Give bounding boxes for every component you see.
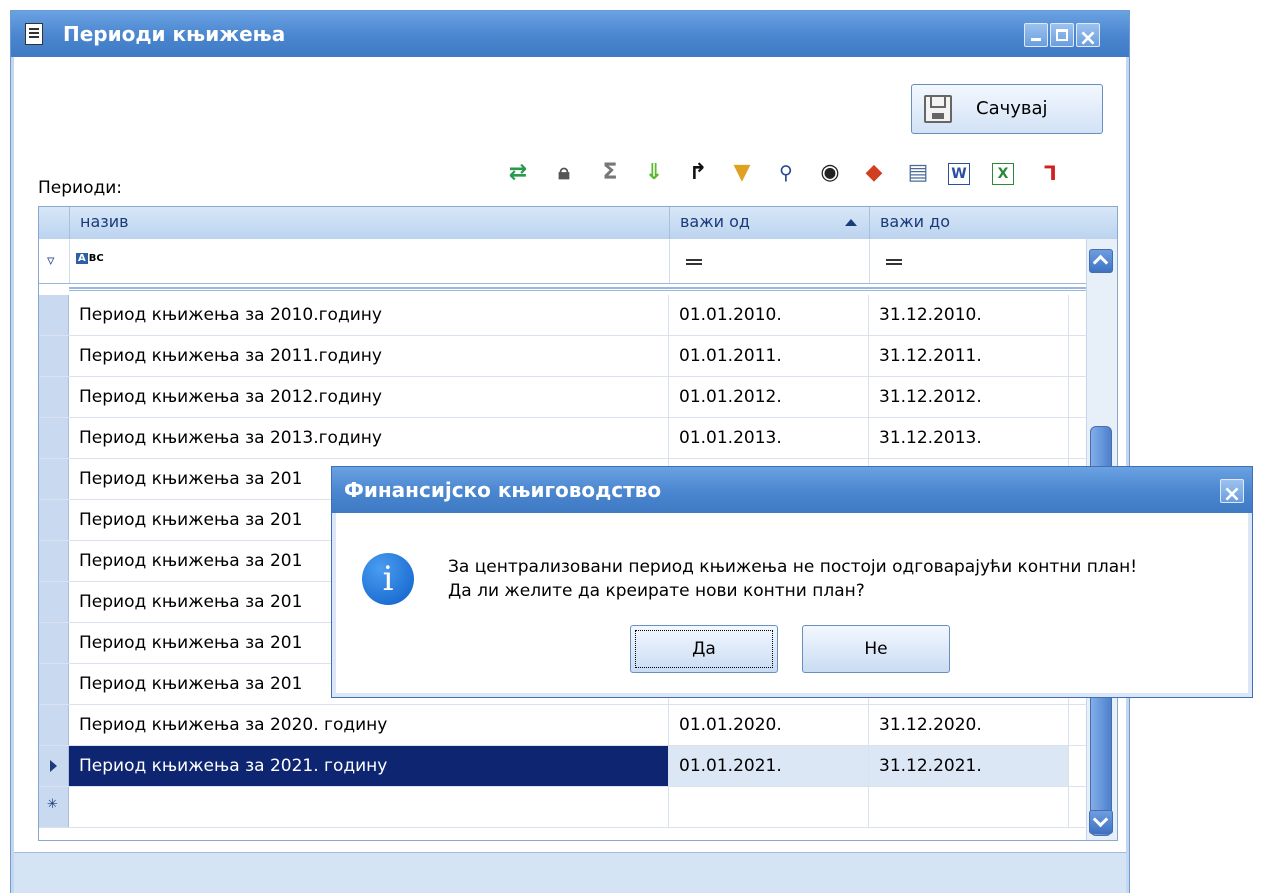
row-indicator[interactable] [39,500,69,540]
column-header-valid-from[interactable]: важи од [669,207,869,239]
filter-cell-valid-from[interactable] [669,239,870,283]
cell-name[interactable]: Период књижења за 2013.годину [69,418,669,458]
cell-valid-from[interactable]: 01.01.2013. [669,418,869,458]
pdf-export-icon[interactable]: ⅂ [1036,159,1064,187]
scroll-up-button[interactable] [1089,249,1113,273]
save-button-label: Сачувај [976,98,1048,119]
cell-valid-from[interactable]: 01.01.2012. [669,377,869,417]
column-header-name[interactable]: назив [69,207,669,239]
dialog-message-line2: Да ли желите да креирате нови контни пла… [448,581,865,601]
equals-operator-icon [886,259,902,265]
table-row[interactable]: Период књижења за 2013.годину 01.01.2013.… [39,418,1087,459]
goto-icon[interactable]: ↱ [684,159,712,187]
cell-valid-to[interactable]: 31.12.2013. [869,418,1069,458]
save-button[interactable]: Сачувај [911,84,1103,134]
dialog-message: За централизовани период књижења не пост… [448,555,1137,603]
cell-valid-to[interactable]: 31.12.2021. [869,746,1069,786]
table-row[interactable]: Период књижења за 2020. годину 01.01.2020… [39,705,1087,746]
row-indicator[interactable] [39,418,69,458]
cell-valid-from[interactable]: 01.01.2020. [669,705,869,745]
sort-ascending-icon [845,219,857,226]
text-filter-icon: A BC [76,253,104,264]
cell-valid-to[interactable]: 31.12.2011. [869,336,1069,376]
periods-label: Периоди: [38,178,123,198]
cell-valid-from[interactable]: 01.01.2011. [669,336,869,376]
cell-name[interactable]: Период књижења за 2010.годину [69,295,669,335]
row-indicator[interactable] [39,541,69,581]
excel-export-icon[interactable]: X [992,163,1014,185]
row-indicator[interactable] [39,459,69,499]
cell-name[interactable]: Период књижења за 2012.годину [69,377,669,417]
main-window: Периоди књижења Сачувај Периоди: ⇄ 🔒︎ Σ … [10,10,1130,893]
find-icon[interactable]: ⚲ [772,159,800,187]
cell-valid-from[interactable] [669,787,869,827]
filter-icon[interactable]: ▿ [47,251,55,269]
filter-row: ▿ A BC [39,239,1117,284]
message-dialog: Финансијско књиговодство i За централизо… [331,466,1253,698]
window-title: Периоди књижења [63,22,286,46]
dialog-message-line1: За централизовани период књижења не пост… [448,557,1138,577]
no-button[interactable]: Не [802,625,950,673]
filter-separator [69,287,1087,291]
dialog-body: i За централизовани период књижења не по… [336,513,1248,693]
filter-icon[interactable]: ▼ [728,159,756,187]
row-indicator[interactable] [39,664,69,704]
filter-cell-valid-to[interactable] [869,239,1070,283]
row-indicator[interactable] [39,582,69,622]
dialog-title: Финансијско књиговодство [344,478,662,502]
row-indicator[interactable] [39,295,69,335]
minimize-button[interactable] [1024,23,1048,47]
print-icon[interactable]: ▤ [904,159,932,187]
column-header-valid-from-label: важи од [680,212,750,231]
yes-button[interactable]: Да [630,625,778,673]
expand-icon[interactable]: ⇓ [640,159,668,187]
cell-name[interactable]: Период књижења за 2011.годину [69,336,669,376]
cell-valid-from[interactable]: 01.01.2010. [669,295,869,335]
table-row[interactable]: Период књижења за 2012.годину 01.01.2012.… [39,377,1087,418]
word-export-icon[interactable]: W [948,163,970,185]
window-titlebar[interactable]: Периоди књижења [11,11,1129,62]
cell-name[interactable]: Период књижења за 2020. годину [69,705,669,745]
table-row-selected[interactable]: Период књижења за 2021. годину 01.01.2021… [39,746,1087,787]
refresh-icon[interactable]: ⇄ [504,159,532,187]
new-row[interactable] [39,787,1087,828]
cell-valid-to[interactable] [869,787,1069,827]
maximize-button[interactable] [1050,23,1074,47]
filter-cell-name[interactable]: A BC [69,239,670,283]
layout-icon[interactable]: ◆ [860,159,888,187]
cell-valid-to[interactable]: 31.12.2012. [869,377,1069,417]
floppy-disk-icon [924,95,952,123]
table-row[interactable]: Период књижења за 2010.годину 01.01.2010.… [39,295,1087,336]
equals-operator-icon [686,259,702,265]
sum-icon[interactable]: Σ [596,159,624,187]
grid-header: назив важи од важи до [39,207,1117,240]
status-bar [14,852,1126,893]
table-row[interactable]: Период књижења за 2011.годину 01.01.2011.… [39,336,1087,377]
cell-name[interactable] [69,787,669,827]
column-header-valid-to[interactable]: важи до [869,207,1069,239]
row-indicator-current[interactable] [39,746,69,786]
cell-valid-from[interactable]: 01.01.2021. [669,746,869,786]
document-icon [25,23,43,45]
scroll-down-button[interactable] [1089,810,1113,834]
cell-name[interactable]: Период књижења за 2021. годину [69,746,669,786]
dialog-close-button[interactable] [1220,472,1244,518]
lock-icon[interactable]: 🔒︎ [550,159,578,187]
new-row-indicator[interactable] [39,787,69,827]
row-indicator[interactable] [39,377,69,417]
dialog-titlebar[interactable]: Финансијско књиговодство [332,467,1252,518]
info-icon: i [362,553,414,605]
row-indicator[interactable] [39,336,69,376]
row-indicator[interactable] [39,705,69,745]
preview-icon[interactable]: ◉ [816,159,844,187]
close-button[interactable] [1076,16,1100,62]
cell-valid-to[interactable]: 31.12.2020. [869,705,1069,745]
cell-valid-to[interactable]: 31.12.2010. [869,295,1069,335]
row-indicator[interactable] [39,623,69,663]
